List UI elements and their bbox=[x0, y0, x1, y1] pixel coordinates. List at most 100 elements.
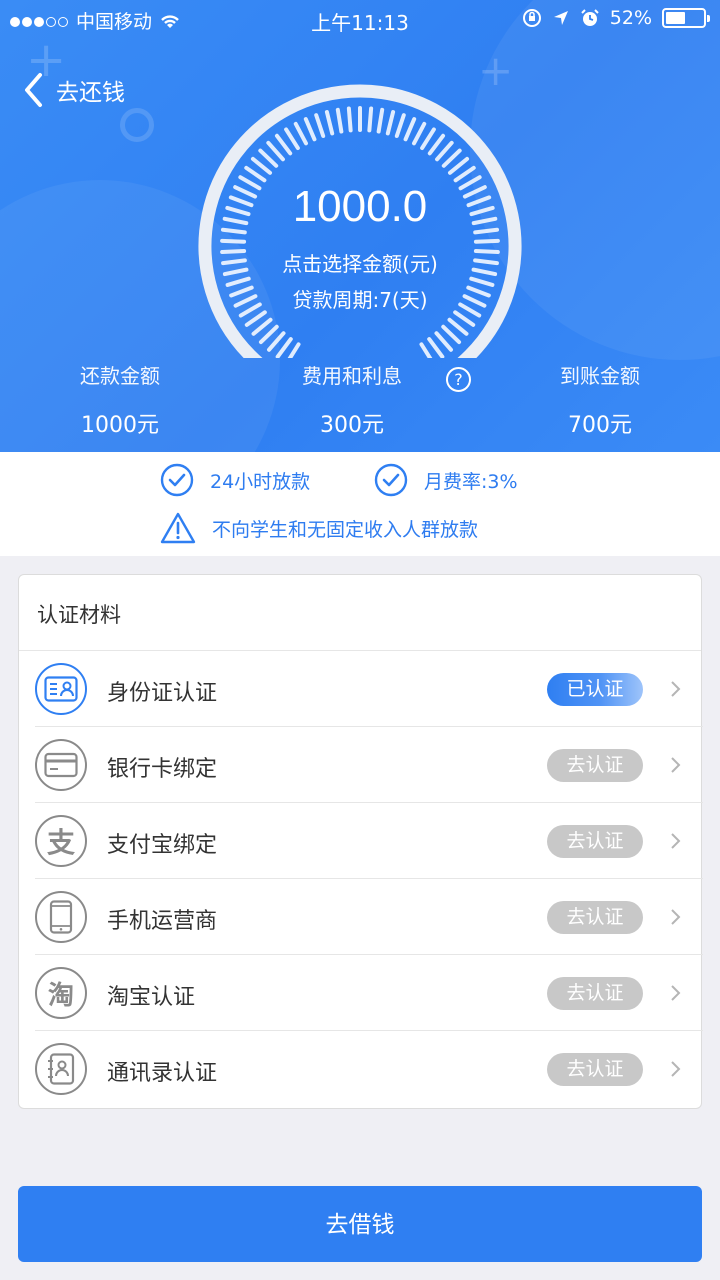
gauge-tick bbox=[453, 310, 476, 327]
loan-hero-panel: + + 中国移动 上午11:13 52% 去还钱 1000.0 点击选择金额(元… bbox=[0, 0, 720, 452]
gauge-tick bbox=[376, 107, 385, 134]
gauge-tick bbox=[303, 117, 317, 142]
notice-text: 24小时放款 bbox=[210, 470, 311, 493]
chevron-right-icon bbox=[671, 681, 681, 697]
verify-item-bank-card[interactable]: 银行卡绑定 去认证 bbox=[19, 727, 703, 803]
verify-status-badge[interactable]: 去认证 bbox=[547, 1053, 643, 1086]
taobao-icon: 淘 bbox=[35, 967, 87, 1019]
gauge-tick bbox=[267, 331, 286, 352]
verification-card: 认证材料 身份证认证 已认证 银行卡绑定 去认证 支 支付宝绑定 去认证 手机运… bbox=[18, 574, 703, 1109]
verify-item-taobao[interactable]: 淘 淘宝认证 去认证 bbox=[19, 955, 703, 1031]
gauge-tick bbox=[346, 106, 353, 133]
fast-loan-notice: 24小时放款 bbox=[160, 463, 310, 497]
verification-title: 认证材料 bbox=[37, 603, 121, 627]
gauge-tick bbox=[274, 133, 293, 156]
battery-percent: 52% bbox=[609, 7, 652, 29]
gauge-tick bbox=[250, 156, 273, 175]
verify-status-badge[interactable]: 已认证 bbox=[547, 673, 643, 706]
verify-item-label: 通讯录认证 bbox=[107, 1061, 218, 1086]
stat-value: 1000元 bbox=[81, 413, 159, 438]
eligibility-warning: 不向学生和无固定收入人群放款 bbox=[160, 511, 478, 545]
question-help-icon[interactable]: ? bbox=[446, 367, 471, 392]
status-bar: 中国移动 上午11:13 52% bbox=[0, 0, 720, 40]
stat-value: 700元 bbox=[568, 413, 632, 438]
verify-status-badge[interactable]: 去认证 bbox=[547, 901, 643, 934]
chevron-left-icon bbox=[25, 73, 42, 107]
gauge-tick bbox=[287, 342, 301, 358]
verify-item-label: 手机运营商 bbox=[107, 909, 218, 934]
fee-interest-stat: 费用和利息 300元 bbox=[232, 360, 472, 439]
contacts-icon bbox=[35, 1043, 87, 1095]
amount-select-hint: 点击选择金额(元) bbox=[282, 252, 438, 276]
warning-triangle-icon bbox=[160, 512, 196, 544]
alipay-icon: 支 bbox=[35, 815, 87, 867]
gauge-tick bbox=[453, 165, 476, 183]
gauge-tick bbox=[244, 165, 267, 183]
monthly-rate-notice: 月费率:3% bbox=[374, 463, 518, 497]
verify-item-id-card[interactable]: 身份证认证 已认证 bbox=[19, 651, 703, 727]
gauge-tick bbox=[447, 156, 470, 175]
ring-decoration-icon bbox=[120, 108, 154, 142]
chevron-right-icon bbox=[671, 833, 681, 849]
repay-amount-stat: 还款金额 1000元 bbox=[0, 360, 240, 439]
received-amount-stat: 到账金额 700元 bbox=[480, 360, 720, 439]
rotation-lock-icon bbox=[522, 9, 541, 27]
gauge-tick bbox=[447, 317, 469, 336]
loan-summary-stats: 还款金额 1000元 费用和利息 300元 到账金额 700元 bbox=[0, 360, 720, 450]
verify-item-label: 银行卡绑定 bbox=[107, 757, 218, 782]
check-circle-icon bbox=[160, 463, 194, 497]
mobile-phone-icon bbox=[35, 891, 87, 943]
taobao-glyph: 淘 bbox=[47, 980, 74, 1011]
loan-amount-value[interactable]: 1000.0 bbox=[190, 182, 530, 232]
id-card-icon bbox=[35, 663, 87, 715]
gauge-tick bbox=[258, 324, 279, 345]
check-circle-icon bbox=[374, 463, 408, 497]
verify-item-label: 身份证认证 bbox=[107, 681, 218, 706]
gauge-tick bbox=[385, 110, 396, 136]
chevron-right-icon bbox=[671, 1061, 681, 1077]
stat-label: 还款金额 bbox=[80, 364, 160, 388]
back-to-repay-button[interactable]: 去还钱 bbox=[22, 72, 125, 108]
gauge-tick bbox=[435, 140, 454, 162]
chevron-right-icon bbox=[671, 985, 681, 1001]
gauge-tick bbox=[293, 121, 308, 146]
gauge-tick bbox=[434, 331, 453, 352]
loan-period-text: 贷款周期:7(天) bbox=[292, 288, 428, 312]
battery-level-fill bbox=[666, 12, 685, 24]
gauge-tick bbox=[335, 107, 344, 134]
verify-item-label: 淘宝认证 bbox=[107, 985, 196, 1010]
verify-item-contacts[interactable]: 通讯录认证 去认证 bbox=[19, 1031, 703, 1107]
location-arrow-icon bbox=[553, 11, 568, 25]
verify-item-mobile-carrier[interactable]: 手机运营商 去认证 bbox=[19, 879, 703, 955]
verify-status-badge[interactable]: 去认证 bbox=[547, 977, 643, 1010]
gauge-tick bbox=[284, 127, 300, 151]
gauge-tick bbox=[420, 127, 436, 151]
stat-label: 费用和利息 bbox=[302, 364, 402, 388]
gauge-tick bbox=[412, 121, 427, 146]
verify-status-badge[interactable]: 去认证 bbox=[547, 825, 643, 858]
gauge-tick bbox=[314, 113, 326, 138]
verify-item-label: 支付宝绑定 bbox=[107, 833, 218, 858]
bank-card-icon bbox=[35, 739, 87, 791]
gauge-tick bbox=[324, 110, 335, 136]
gauge-tick bbox=[251, 317, 273, 336]
notice-text: 月费率:3% bbox=[424, 470, 518, 493]
chevron-right-icon bbox=[671, 757, 681, 773]
gauge-tick bbox=[419, 342, 433, 358]
gauge-tick bbox=[441, 324, 462, 345]
gauge-tick bbox=[441, 148, 462, 168]
gauge-tick bbox=[275, 337, 293, 358]
alarm-icon bbox=[581, 9, 599, 26]
loan-notice-panel: 24小时放款 月费率:3% 不向学生和无固定收入人群放款 bbox=[0, 452, 720, 556]
stat-label: 到账金额 bbox=[560, 364, 640, 388]
gauge-tick bbox=[244, 310, 267, 327]
battery-icon bbox=[662, 8, 710, 28]
stat-value: 300元 bbox=[320, 413, 384, 438]
notice-text: 不向学生和无固定收入人群放款 bbox=[212, 518, 479, 541]
gauge-tick bbox=[266, 140, 285, 162]
gauge-tick bbox=[394, 113, 406, 138]
borrow-money-button[interactable]: 去借钱 bbox=[18, 1186, 702, 1262]
verify-item-alipay[interactable]: 支 支付宝绑定 去认证 bbox=[19, 803, 703, 879]
verify-status-badge[interactable]: 去认证 bbox=[547, 749, 643, 782]
gauge-tick bbox=[220, 238, 247, 244]
